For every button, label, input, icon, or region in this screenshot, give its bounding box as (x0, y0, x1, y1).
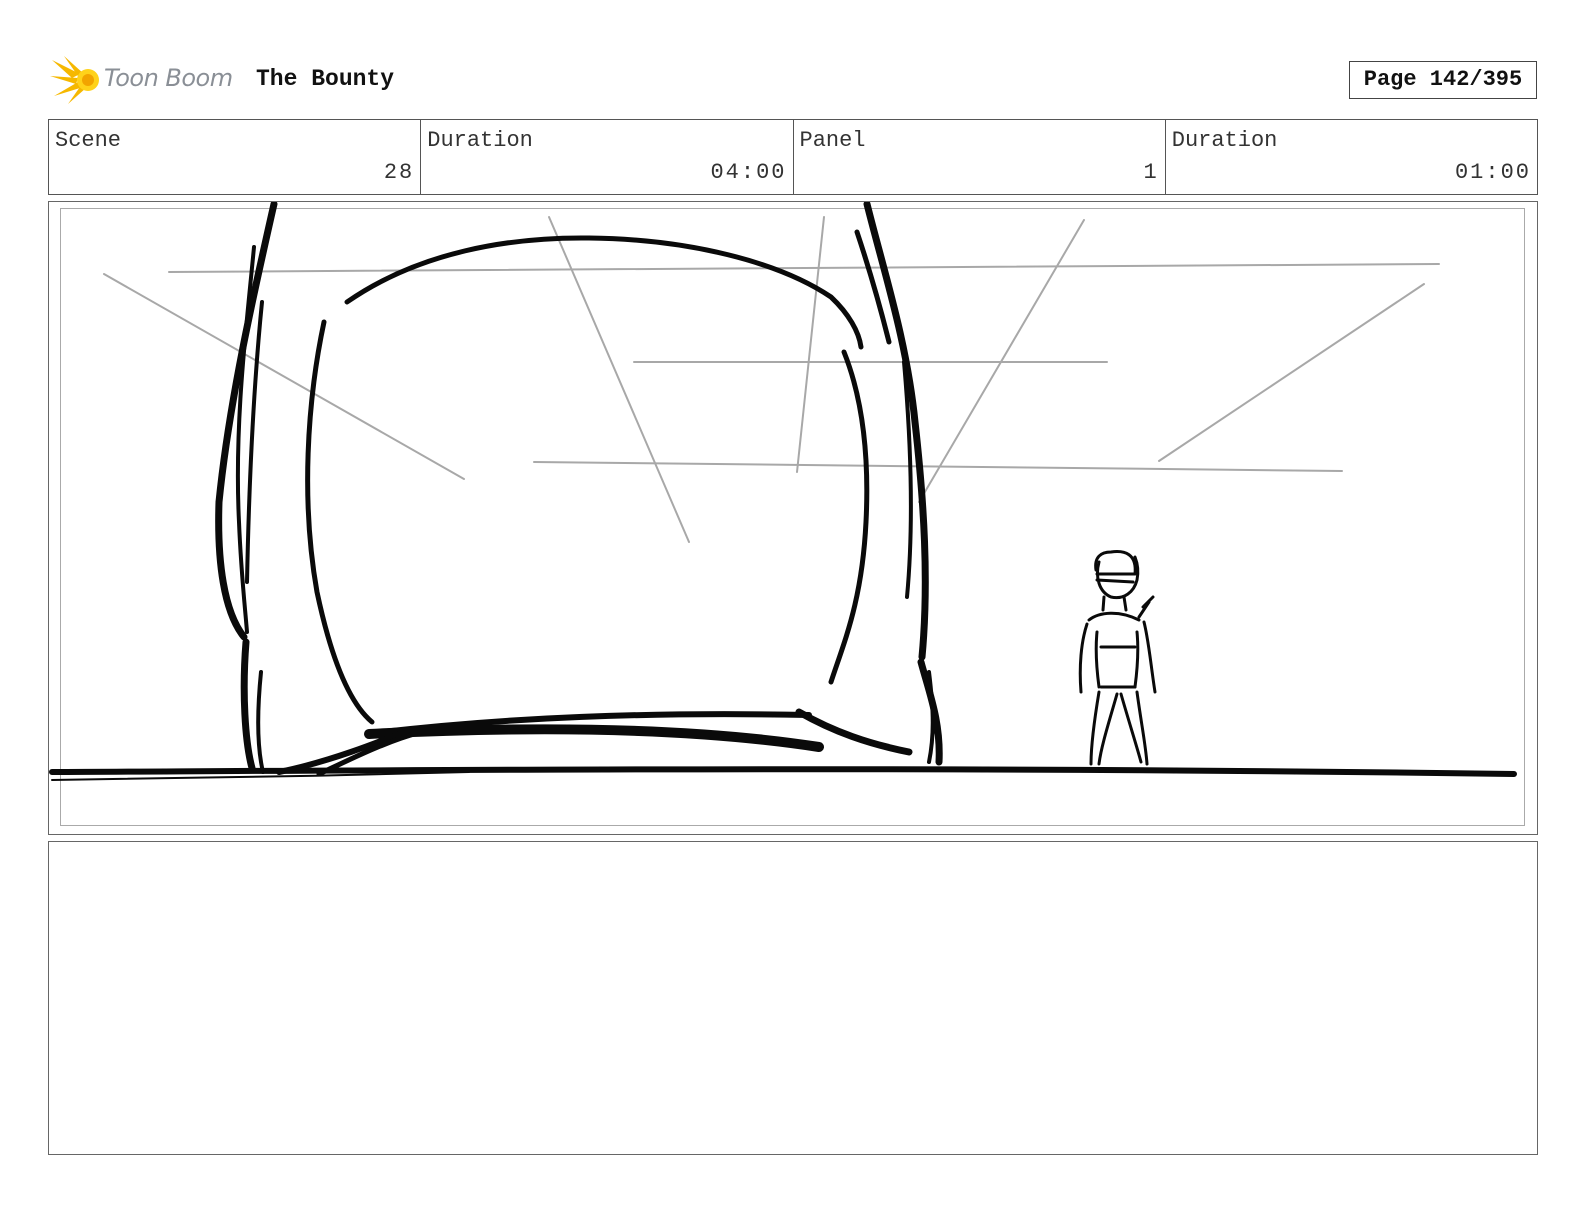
panel-duration-value: 01:00 (1454, 160, 1531, 185)
small-character (1078, 550, 1157, 766)
logo-text: Toon Boom (104, 64, 233, 92)
panel-label: Panel (799, 128, 866, 153)
panel-sketch (49, 202, 1517, 781)
storyboard-panel (48, 201, 1538, 835)
large-figure (215, 202, 943, 777)
scene-duration-value: 04:00 (710, 160, 787, 185)
scene-cell: Scene 28 (49, 120, 422, 194)
panel-duration-cell: Duration 01:00 (1166, 120, 1537, 194)
panel-info-row: Scene 28 Duration 04:00 Panel 1 Duration… (48, 119, 1538, 195)
page-indicator: Page 142/395 (1349, 61, 1537, 99)
panel-value: 1 (1143, 160, 1159, 185)
toon-boom-star-icon (50, 56, 99, 104)
toon-boom-logo: Toon Boom (50, 54, 240, 106)
panel-notes-box[interactable] (48, 841, 1538, 1155)
project-title: The Bounty (256, 66, 395, 92)
ground-line (49, 766, 1517, 777)
scene-duration-label: Duration (427, 128, 533, 153)
scene-label: Scene (55, 128, 122, 153)
scene-duration-cell: Duration 04:00 (421, 120, 794, 194)
scene-value: 28 (383, 160, 415, 185)
panel-cell: Panel 1 (794, 120, 1166, 194)
panel-duration-label: Duration (1171, 128, 1278, 153)
